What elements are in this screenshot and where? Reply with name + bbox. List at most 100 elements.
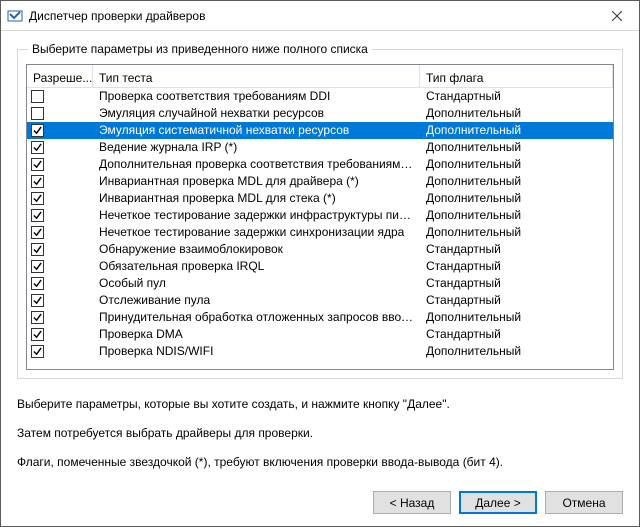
column-header-test[interactable]: Тип теста — [93, 65, 420, 88]
row-checkbox[interactable] — [31, 311, 44, 324]
flag-type-cell: Дополнительный — [420, 122, 613, 139]
flag-type-cell: Стандартный — [420, 88, 613, 105]
titlebar: Диспетчер проверки драйверов — [1, 1, 639, 31]
row-checkbox[interactable] — [31, 345, 44, 358]
table-row[interactable]: Эмуляция систематичной нехватки ресурсов… — [27, 122, 613, 139]
dialog-window: Диспетчер проверки драйверов Выберите па… — [0, 0, 640, 527]
wizard-buttons: < Назад Далее > Отмена — [17, 485, 623, 514]
test-type-cell: Ведение журнала IRP (*) — [93, 139, 420, 156]
row-checkbox[interactable] — [31, 260, 44, 273]
row-checkbox[interactable] — [31, 158, 44, 171]
back-button[interactable]: < Назад — [373, 491, 451, 514]
table-row[interactable]: Проверка DMAСтандартный — [27, 326, 613, 343]
permission-cell — [27, 207, 93, 224]
row-checkbox[interactable] — [31, 209, 44, 222]
permission-cell — [27, 292, 93, 309]
permission-cell — [27, 105, 93, 122]
row-checkbox[interactable] — [31, 226, 44, 239]
test-type-cell: Принудительная обработка отложенных запр… — [93, 309, 420, 326]
flag-type-cell: Дополнительный — [420, 343, 613, 360]
test-type-cell: Дополнительная проверка соответствия тре… — [93, 156, 420, 173]
listview-body[interactable]: Проверка соответствия требованиям DDIСта… — [27, 88, 613, 369]
flag-type-cell: Стандартный — [420, 258, 613, 275]
table-row[interactable]: Инвариантная проверка MDL для стека (*)Д… — [27, 190, 613, 207]
permission-cell — [27, 326, 93, 343]
row-checkbox[interactable] — [31, 107, 44, 120]
instruction-line-3: Флаги, помеченные звездочкой (*), требую… — [17, 455, 623, 470]
test-type-cell: Обнаружение взаимоблокировок — [93, 241, 420, 258]
test-type-cell: Эмуляция систематичной нехватки ресурсов — [93, 122, 420, 139]
app-icon — [7, 8, 23, 24]
table-row[interactable]: Особый пулСтандартный — [27, 275, 613, 292]
permission-cell — [27, 258, 93, 275]
table-row[interactable]: Инвариантная проверка MDL для драйвера (… — [27, 173, 613, 190]
permission-cell — [27, 224, 93, 241]
permission-cell — [27, 122, 93, 139]
row-checkbox[interactable] — [31, 124, 44, 137]
test-type-cell: Нечеткое тестирование задержки инфрастру… — [93, 207, 420, 224]
close-button[interactable] — [594, 1, 639, 30]
flag-type-cell: Дополнительный — [420, 173, 613, 190]
row-checkbox[interactable] — [31, 141, 44, 154]
test-type-cell: Нечеткое тестирование задержки синхрониз… — [93, 224, 420, 241]
permission-cell — [27, 343, 93, 360]
window-title: Диспетчер проверки драйверов — [29, 9, 594, 23]
flag-type-cell: Дополнительный — [420, 139, 613, 156]
next-button[interactable]: Далее > — [459, 491, 537, 514]
row-checkbox[interactable] — [31, 192, 44, 205]
flag-type-cell: Дополнительный — [420, 309, 613, 326]
listview-header: Разреше... Тип теста Тип флага — [27, 65, 613, 88]
client-area: Выберите параметры из приведенного ниже … — [1, 31, 639, 526]
permission-cell — [27, 190, 93, 207]
permission-cell — [27, 241, 93, 258]
test-type-cell: Проверка NDIS/WIFI — [93, 343, 420, 360]
instruction-line-1: Выберите параметры, которые вы хотите со… — [17, 397, 623, 412]
flag-type-cell: Стандартный — [420, 275, 613, 292]
table-row[interactable]: Нечеткое тестирование задержки синхрониз… — [27, 224, 613, 241]
column-header-permission[interactable]: Разреше... — [27, 65, 93, 88]
table-row[interactable]: Дополнительная проверка соответствия тре… — [27, 156, 613, 173]
column-header-flag[interactable]: Тип флага — [420, 65, 613, 88]
instructions: Выберите параметры, которые вы хотите со… — [17, 397, 623, 484]
table-row[interactable]: Эмуляция случайной нехватки ресурсовДопо… — [27, 105, 613, 122]
row-checkbox[interactable] — [31, 90, 44, 103]
row-checkbox[interactable] — [31, 328, 44, 341]
permission-cell — [27, 309, 93, 326]
flag-type-cell: Стандартный — [420, 326, 613, 343]
permission-cell — [27, 275, 93, 292]
permission-cell — [27, 156, 93, 173]
groupbox-label: Выберите параметры из приведенного ниже … — [28, 42, 372, 56]
test-type-cell: Инвариантная проверка MDL для стека (*) — [93, 190, 420, 207]
flag-type-cell: Стандартный — [420, 292, 613, 309]
row-checkbox[interactable] — [31, 294, 44, 307]
options-groupbox: Выберите параметры из приведенного ниже … — [17, 49, 623, 379]
flag-type-cell: Дополнительный — [420, 105, 613, 122]
table-row[interactable]: Ведение журнала IRP (*)Дополнительный — [27, 139, 613, 156]
table-row[interactable]: Отслеживание пулаСтандартный — [27, 292, 613, 309]
table-row[interactable]: Обязательная проверка IRQLСтандартный — [27, 258, 613, 275]
test-type-cell: Проверка соответствия требованиям DDI — [93, 88, 420, 105]
table-row[interactable]: Проверка соответствия требованиям DDIСта… — [27, 88, 613, 105]
close-icon — [612, 11, 622, 21]
permission-cell — [27, 173, 93, 190]
instruction-line-2: Затем потребуется выбрать драйверы для п… — [17, 426, 623, 441]
flag-type-cell: Дополнительный — [420, 190, 613, 207]
flag-type-cell: Стандартный — [420, 241, 613, 258]
row-checkbox[interactable] — [31, 243, 44, 256]
flag-type-cell: Дополнительный — [420, 224, 613, 241]
row-checkbox[interactable] — [31, 175, 44, 188]
options-listview[interactable]: Разреше... Тип теста Тип флага Проверка … — [26, 64, 614, 370]
flag-type-cell: Дополнительный — [420, 156, 613, 173]
permission-cell — [27, 88, 93, 105]
table-row[interactable]: Обнаружение взаимоблокировокСтандартный — [27, 241, 613, 258]
table-row[interactable]: Принудительная обработка отложенных запр… — [27, 309, 613, 326]
permission-cell — [27, 139, 93, 156]
test-type-cell: Особый пул — [93, 275, 420, 292]
test-type-cell: Эмуляция случайной нехватки ресурсов — [93, 105, 420, 122]
row-checkbox[interactable] — [31, 277, 44, 290]
table-row[interactable]: Нечеткое тестирование задержки инфрастру… — [27, 207, 613, 224]
table-row[interactable]: Проверка NDIS/WIFIДополнительный — [27, 343, 613, 360]
flag-type-cell: Дополнительный — [420, 207, 613, 224]
cancel-button[interactable]: Отмена — [545, 491, 623, 514]
test-type-cell: Отслеживание пула — [93, 292, 420, 309]
